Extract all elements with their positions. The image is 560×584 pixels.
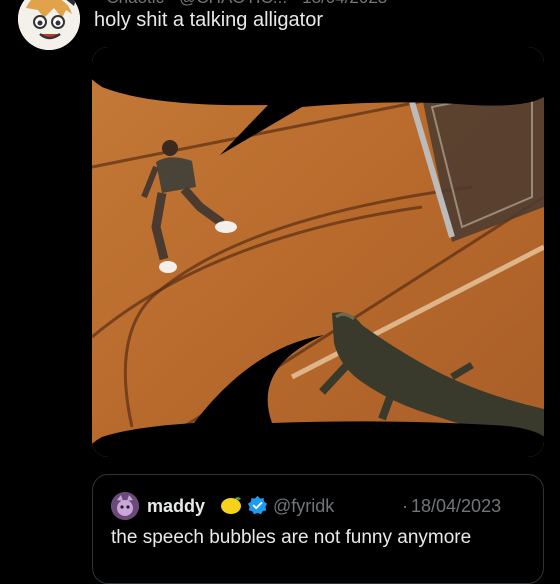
quoted-tweet[interactable]: maddy @fyridk · 18/04/2023 the speech bu…	[92, 474, 544, 584]
tweet-media-image[interactable]	[92, 47, 544, 457]
meta-separator: ·	[402, 496, 408, 516]
tweet-text: holy shit a talking alligator	[94, 9, 324, 31]
quote-date[interactable]: 18/04/2023	[411, 496, 501, 517]
tweet-meta: · Chaotic · @CHAOTIC... · 18/04/2023	[96, 0, 387, 8]
quote-text: the speech bubbles are not funny anymore	[111, 527, 472, 548]
lemon-emoji-icon	[219, 493, 243, 517]
author-avatar[interactable]	[18, 0, 80, 50]
quote-author-avatar[interactable]	[111, 492, 139, 520]
quote-author-handle[interactable]: @fyridk	[273, 496, 334, 517]
verified-badge-icon	[247, 495, 268, 516]
quote-author-name[interactable]: maddy	[147, 496, 205, 517]
